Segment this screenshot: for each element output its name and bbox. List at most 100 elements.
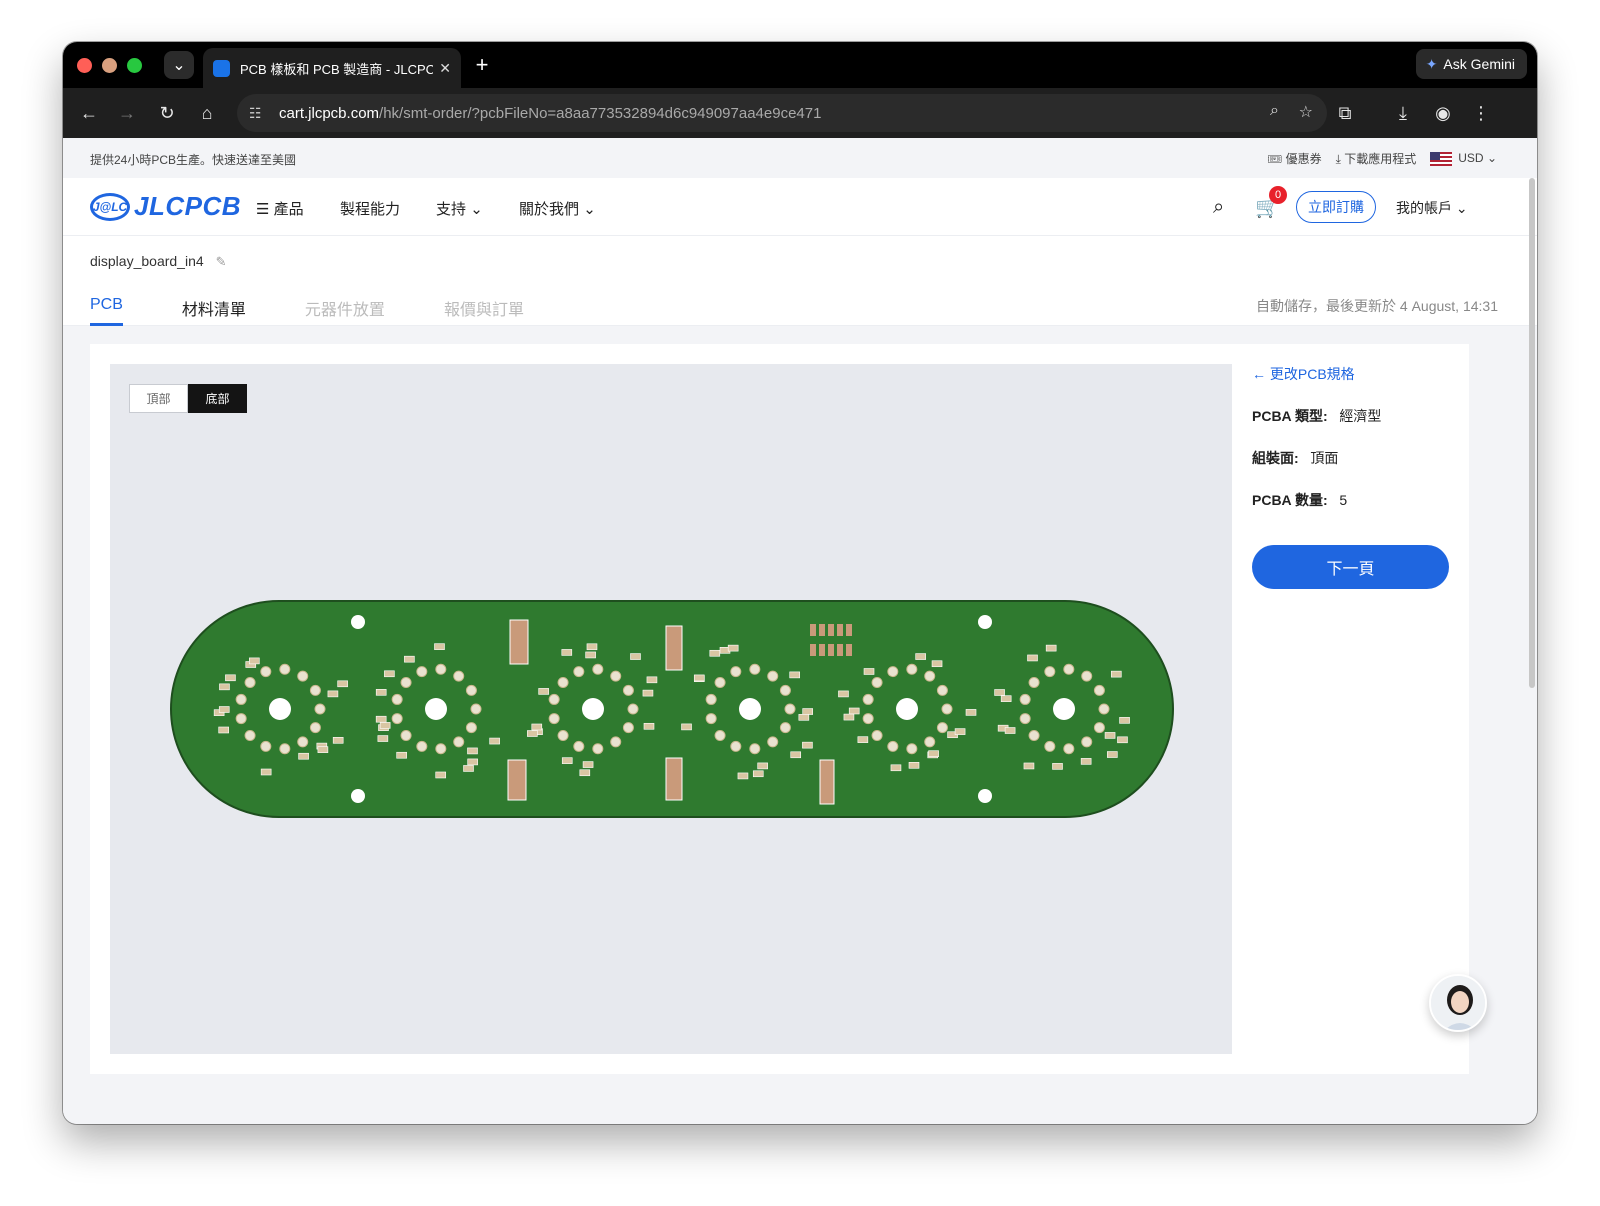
top-side-button[interactable]: 頂部: [129, 384, 188, 413]
socket-pin-pad: [548, 693, 560, 705]
tab-search-button[interactable]: ⌄: [164, 51, 194, 79]
socket-pin-pad: [309, 684, 321, 696]
ask-gemini-button[interactable]: ✦ Ask Gemini: [1415, 49, 1527, 79]
nav-capabilities[interactable]: 製程能力: [340, 198, 400, 219]
minimize-window-button[interactable]: [102, 58, 117, 73]
smd-component: [467, 747, 478, 755]
socket-pin-pad: [924, 736, 936, 748]
coupon-link[interactable]: 🎟 優惠券: [1267, 150, 1322, 167]
download-icon[interactable]: ⤓: [1389, 99, 1417, 127]
browser-tab[interactable]: PCB 樣板和 PCB 製造商 - JLCPCB ✕: [203, 48, 461, 88]
project-header: display_board_in4 ✎ PCB 材料清單 元器件放置 報價與訂單 …: [63, 236, 1537, 326]
download-app-link[interactable]: ⤓ 下載應用程式: [1336, 150, 1417, 167]
socket-pin-pad: [906, 743, 918, 755]
socket-pin-pad: [465, 722, 477, 734]
page-scrollbar[interactable]: [1529, 178, 1535, 688]
order-now-button[interactable]: 立即訂購: [1296, 191, 1376, 223]
list-icon: ☰: [256, 201, 274, 218]
smd-component: [843, 713, 855, 721]
more-menu-icon[interactable]: ⋮: [1467, 99, 1495, 127]
socket-pin-pad: [592, 663, 604, 675]
smd-component: [218, 726, 229, 734]
header-pin: [837, 624, 843, 636]
address-bar[interactable]: ☷ cart.jlcpcb.com/hk/smt-order/?pcbFileN…: [237, 94, 1327, 132]
bookmark-star-icon[interactable]: ☆: [1299, 102, 1313, 122]
tab-quote-order[interactable]: 報價與訂單: [444, 296, 524, 320]
socket-pin-pad: [779, 722, 791, 734]
socket-pin-pad: [557, 730, 569, 742]
smd-component: [435, 771, 447, 779]
socket-pin-pad: [279, 663, 291, 675]
next-page-button[interactable]: 下一頁: [1252, 545, 1449, 589]
socket-pin-pad: [435, 663, 447, 675]
close-icon[interactable]: ✕: [439, 60, 451, 77]
support-chat-avatar[interactable]: [1429, 974, 1487, 1032]
extensions-icon[interactable]: ⧉: [1331, 99, 1359, 127]
smd-component: [643, 722, 655, 730]
new-tab-button[interactable]: +: [467, 50, 497, 80]
socket-pin-pad: [610, 670, 622, 682]
logo-text: JLCPCB: [134, 191, 242, 221]
smd-component: [260, 768, 272, 776]
jlcpcb-logo[interactable]: J@LC JLCPCB: [90, 191, 241, 222]
smd-component: [434, 643, 445, 650]
socket-pin-pad: [557, 676, 569, 688]
currency-selector[interactable]: USD ⌄: [1430, 151, 1497, 166]
my-account-menu[interactable]: 我的帳戶 ⌄: [1396, 198, 1468, 218]
mounting-hole: [351, 615, 365, 629]
zoom-window-button[interactable]: [127, 58, 142, 73]
nav-support[interactable]: 支持 ⌄: [436, 198, 483, 219]
tab-bom[interactable]: 材料清單: [182, 296, 246, 320]
tab-title: PCB 樣板和 PCB 製造商 - JLCPCB: [240, 61, 434, 77]
pcb-viewer[interactable]: 頂部 底部: [110, 364, 1232, 1054]
arrow-left-icon: ←: [1252, 366, 1270, 382]
change-pcb-spec-link[interactable]: ← 更改PCB規格: [1252, 364, 1452, 384]
tab-pcb[interactable]: PCB: [90, 296, 123, 320]
smd-component: [752, 770, 764, 778]
socket-pin-pad: [1044, 740, 1056, 752]
smd-component: [585, 651, 596, 659]
socket-pin-pad: [906, 663, 918, 675]
socket-center-hole: [739, 698, 761, 720]
home-icon[interactable]: ⌂: [193, 99, 221, 127]
socket-pin-pad: [767, 670, 779, 682]
socket-pin-pad: [309, 722, 321, 734]
site-settings-icon[interactable]: ☷: [249, 105, 271, 122]
page: 提供24小時PCB生產。快速送達至美國 🎟 優惠券 ⤓ 下載應用程式 USD ⌄…: [63, 138, 1537, 1124]
smd-component: [802, 741, 813, 749]
zoom-icon[interactable]: ⌕: [1270, 102, 1279, 120]
tab-placement[interactable]: 元器件放置: [305, 296, 385, 320]
pcb-board-render: [170, 600, 1174, 818]
smd-component: [890, 764, 902, 772]
edit-pencil-icon[interactable]: ✎: [216, 254, 227, 269]
socket-pin-pad: [416, 666, 428, 678]
smd-component: [1045, 644, 1057, 652]
socket-pin-pad: [297, 670, 309, 682]
smd-component: [757, 762, 768, 770]
socket-pin-pad: [1093, 684, 1105, 696]
smd-component: [249, 657, 260, 665]
ic-chip: [665, 757, 683, 801]
nav-products[interactable]: ☰ 產品: [256, 198, 304, 219]
close-window-button[interactable]: [77, 58, 92, 73]
bottom-side-button[interactable]: 底部: [188, 384, 247, 413]
ic-chip: [509, 619, 529, 665]
socket-pin-pad: [453, 736, 465, 748]
header-pin: [828, 624, 834, 636]
socket-pin-pad: [779, 684, 791, 696]
smd-component: [317, 746, 329, 753]
profile-avatar-icon[interactable]: ◉: [1429, 99, 1457, 127]
socket-pin-pad: [714, 730, 726, 742]
ic-chip: [507, 759, 527, 801]
forward-arrow-icon[interactable]: →: [113, 99, 141, 127]
smd-component: [908, 762, 920, 769]
search-icon[interactable]: ⌕: [1213, 196, 1224, 219]
socket-pin-pad: [592, 743, 604, 755]
chevron-down-icon: ⌄: [1455, 200, 1468, 216]
back-arrow-icon[interactable]: ←: [75, 99, 103, 127]
reload-icon[interactable]: ↻: [153, 99, 181, 127]
smd-component: [994, 689, 1005, 696]
smd-component: [646, 676, 658, 684]
nav-about[interactable]: 關於我們 ⌄: [519, 198, 596, 219]
smd-component: [463, 765, 474, 772]
